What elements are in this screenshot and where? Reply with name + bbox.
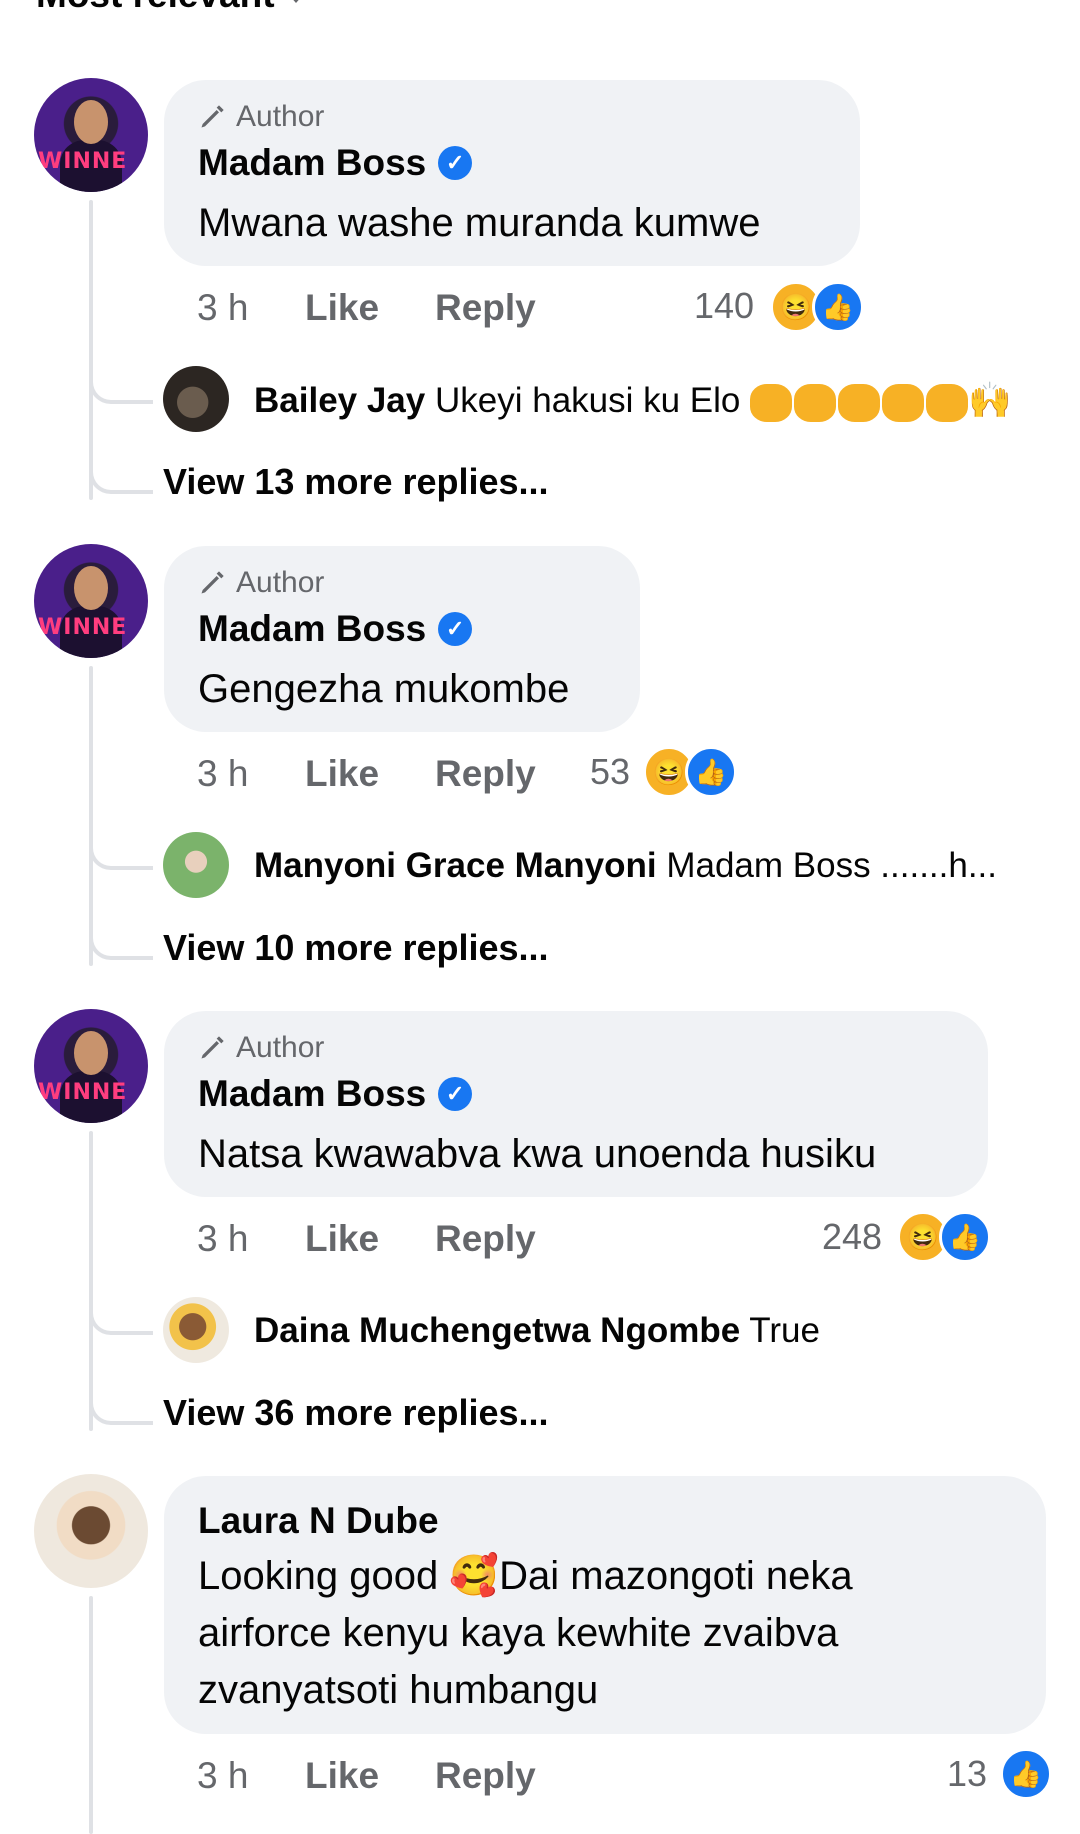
reply-preview[interactable]: Bailey Jay Ukeyi hakusi ku Elo 🙌 (254, 380, 1012, 422)
author-badge: Author (198, 566, 324, 600)
winner-text-graphic: WINNE (38, 615, 128, 640)
sort-dropdown[interactable]: Most relevant (36, 0, 303, 16)
raising-hands-emoji-icon: 🙌 (968, 381, 1012, 420)
avatar[interactable] (163, 366, 229, 432)
comment-text: Gengezha mukombe (198, 667, 570, 711)
avatar[interactable] (163, 832, 229, 898)
pencil-icon (201, 571, 224, 594)
view-more-replies[interactable]: View 36 more replies... (163, 1392, 549, 1434)
comment-text-line: airforce kenyu kaya kewhite zvaibva (198, 1611, 839, 1655)
reaction-count[interactable]: 13 (947, 1753, 987, 1795)
comment-text: Mwana washe muranda kumwe (198, 201, 761, 245)
comment-text-line: Looking good 🥰Dai mazongoti neka (198, 1554, 853, 1598)
pencil-icon (201, 105, 224, 128)
like-button[interactable]: Like (305, 1218, 379, 1260)
comment-time[interactable]: 3 h (197, 287, 248, 329)
verified-badge-icon: ✓ (438, 612, 473, 646)
reaction-count[interactable]: 140 (694, 285, 754, 327)
reply-button[interactable]: Reply (435, 287, 536, 329)
verified-badge-icon: ✓ (438, 1077, 473, 1111)
comment-time[interactable]: 3 h (197, 1755, 248, 1797)
commenter-name[interactable]: Madam Boss ✓ (198, 1073, 473, 1115)
author-badge: Author (198, 100, 324, 134)
view-more-replies[interactable]: View 10 more replies... (163, 927, 549, 969)
thread-elbow (89, 1371, 153, 1425)
comment-time[interactable]: 3 h (197, 1218, 248, 1260)
sort-label: Most relevant (36, 0, 275, 16)
view-more-replies[interactable]: View 13 more replies... (163, 461, 549, 503)
reply-button[interactable]: Reply (435, 1218, 536, 1260)
avatar[interactable]: WINNE (34, 1009, 148, 1123)
avatar[interactable] (163, 1297, 229, 1363)
avatar[interactable]: WINNE (34, 78, 148, 192)
verified-badge-icon: ✓ (438, 146, 473, 180)
like-button[interactable]: Like (305, 1755, 379, 1797)
reply-author[interactable]: Manyoni Grace Manyoni (254, 846, 657, 885)
reply-button[interactable]: Reply (435, 753, 536, 795)
comment-bubble[interactable]: Author Madam Boss ✓ Natsa kwawabva kwa u… (164, 1011, 988, 1197)
reply-text: Madam Boss .......h... (666, 846, 997, 885)
reply-text: Ukeyi hakusi ku Elo (434, 381, 741, 420)
winner-text-graphic: WINNE (38, 1080, 128, 1105)
pencil-icon (201, 1036, 224, 1059)
winner-text-graphic: WINNE (38, 149, 128, 174)
reply-text: True (749, 1311, 820, 1350)
reply-author[interactable]: Bailey Jay (254, 381, 425, 420)
like-reaction-icon: 👍 (1000, 1748, 1052, 1800)
thread-elbow (89, 1291, 153, 1335)
thread-line (89, 1596, 93, 1834)
like-reaction-icon: 👍 (812, 281, 864, 333)
reactions[interactable]: 😆 👍 (770, 281, 866, 333)
reactions[interactable]: 😆 👍 (643, 746, 739, 798)
reactions[interactable]: 😆 👍 (897, 1211, 993, 1263)
thread-elbow (89, 360, 153, 404)
author-badge: Author (198, 1031, 324, 1065)
reply-author[interactable]: Daina Muchengetwa Ngombe (254, 1311, 740, 1350)
reaction-count[interactable]: 53 (590, 751, 630, 793)
comment-bubble[interactable]: Laura N Dube Looking good 🥰Dai mazongoti… (164, 1476, 1046, 1734)
like-button[interactable]: Like (305, 287, 379, 329)
comment-time[interactable]: 3 h (197, 753, 248, 795)
avatar[interactable]: WINNE (34, 544, 148, 658)
thread-elbow (89, 440, 153, 494)
like-reaction-icon: 👍 (939, 1211, 991, 1263)
reply-preview[interactable]: Daina Muchengetwa Ngombe True (254, 1311, 820, 1351)
reply-button[interactable]: Reply (435, 1755, 536, 1797)
chevron-down-icon (288, 0, 303, 3)
crying-cat-emoji-icon (750, 383, 969, 422)
reply-preview[interactable]: Manyoni Grace Manyoni Madam Boss .......… (254, 846, 997, 886)
thread-elbow (89, 826, 153, 870)
comment-bubble[interactable]: Author Madam Boss ✓ Gengezha mukombe (164, 546, 640, 732)
commenter-name[interactable]: Madam Boss ✓ (198, 608, 473, 650)
like-reaction-icon: 👍 (685, 746, 737, 798)
like-button[interactable]: Like (305, 753, 379, 795)
reactions[interactable]: 👍 (1000, 1748, 1054, 1800)
comment-text: Natsa kwawabva kwa unoenda husiku (198, 1132, 877, 1176)
commenter-name[interactable]: Madam Boss ✓ (198, 142, 473, 184)
comment-bubble[interactable]: Author Madam Boss ✓ Mwana washe muranda … (164, 80, 860, 266)
commenter-name[interactable]: Laura N Dube (198, 1500, 439, 1542)
reaction-count[interactable]: 248 (822, 1216, 882, 1258)
thread-elbow (89, 906, 153, 960)
comment-text-line: zvanyatsoti humbangu (198, 1668, 599, 1712)
avatar[interactable] (34, 1474, 148, 1588)
